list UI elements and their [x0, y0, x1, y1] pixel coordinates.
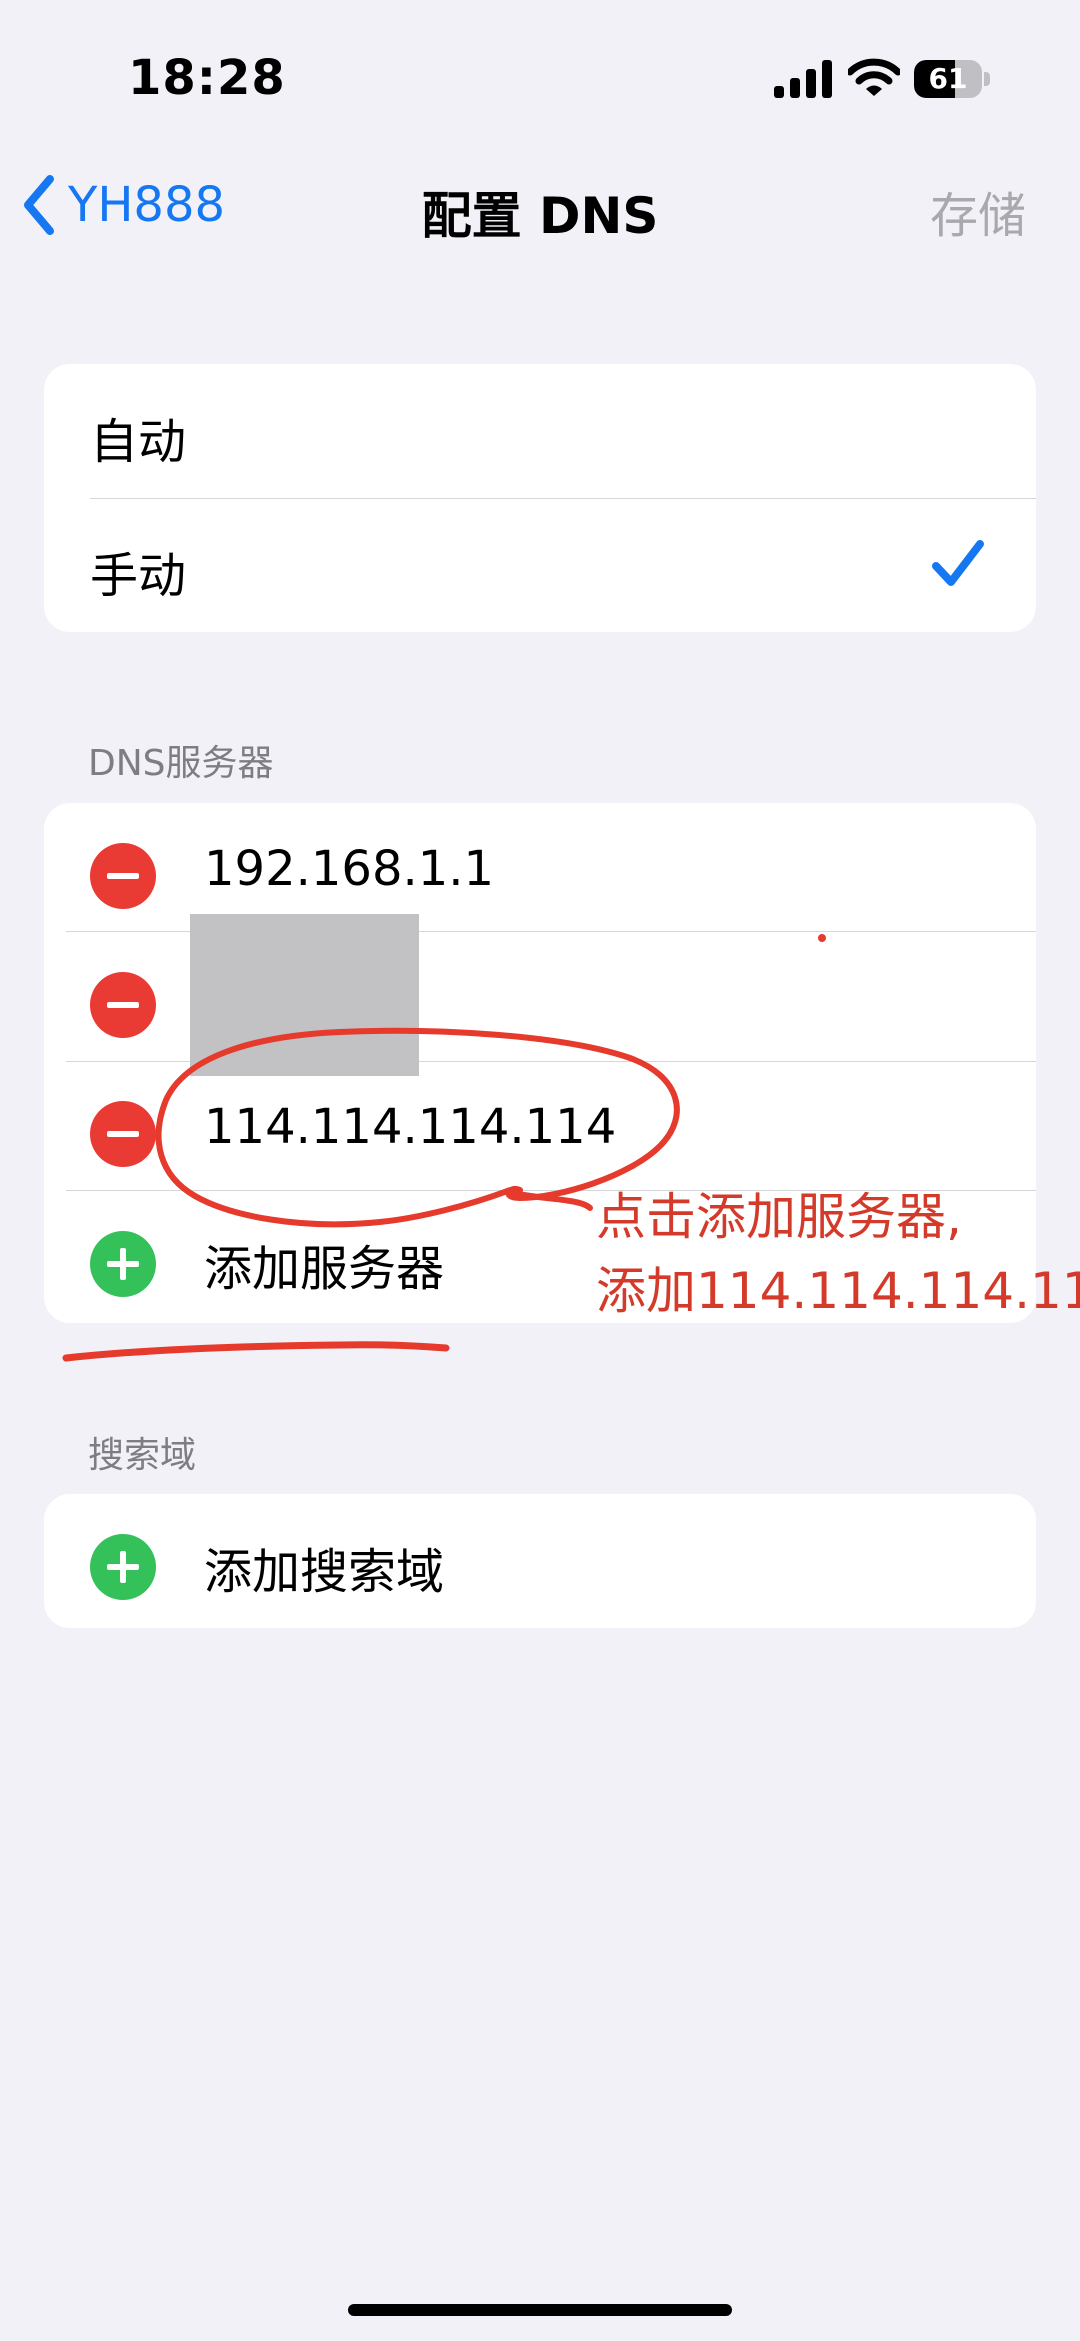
- annotation-overlay: [62, 934, 826, 1362]
- annotation-line-2: 添加114.114.114.114: [596, 1262, 1080, 1320]
- home-indicator[interactable]: [348, 2304, 732, 2316]
- annotation-line-1: 点击添加服务器,: [596, 1188, 962, 1246]
- annotation-note: 点击添加服务器, 添加114.114.114.114: [596, 1180, 1080, 1328]
- annotation-dot: [818, 934, 826, 942]
- annotation-underline: [62, 1341, 450, 1362]
